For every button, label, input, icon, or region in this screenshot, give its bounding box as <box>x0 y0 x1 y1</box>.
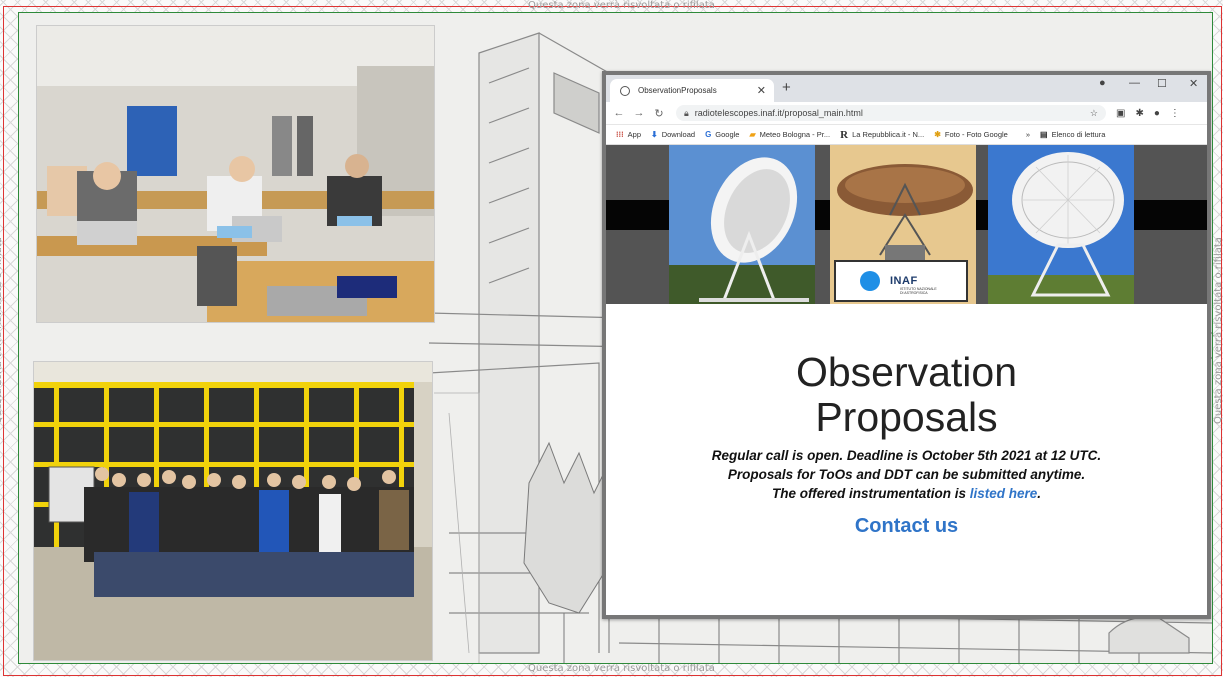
bookmark-item[interactable]: G Google <box>705 130 739 139</box>
page-title: Observation Proposals <box>795 349 1018 440</box>
bookmarks-bar: ⁝⁝⁝ App ⬇ Download G Google ▰ Meteo Bologna … <box>606 125 1207 145</box>
menu-dots-icon[interactable]: ⋮ <box>1170 108 1180 119</box>
listed-here-link[interactable]: listed here <box>970 486 1038 501</box>
instrumentation-text: The offered instrumentation is listed he… <box>771 486 1042 501</box>
star-icon[interactable]: ☆ <box>1090 108 1098 119</box>
reload-icon[interactable]: ↻ <box>652 107 666 120</box>
photo-telescope-srt <box>988 145 1134 304</box>
forward-icon[interactable]: → <box>632 107 646 119</box>
bookmarks-overflow[interactable]: » <box>1026 130 1030 139</box>
reading-list-icon: ▤ <box>1040 130 1048 139</box>
reading-list[interactable]: ▤ Elenco di lettura <box>1040 130 1105 139</box>
browser-tab[interactable]: ObservationProposals ✕ <box>610 79 774 102</box>
inaf-logo: INAF ISTITUTO NAZIONALE DI ASTROFISICA <box>834 260 968 302</box>
profile-avatar-icon[interactable]: ● <box>1154 108 1160 119</box>
bookmark-item[interactable]: ⬇ Download <box>651 130 695 139</box>
weather-icon: ▰ <box>749 130 756 139</box>
close-window-icon[interactable]: ✕ <box>1189 77 1198 90</box>
bleed-note-right: Questa zona verrà risvoltata o rifilata <box>1212 237 1223 424</box>
bleed-note-left: Questa zona verrà risvoltata o rifilata <box>0 237 4 424</box>
repubblica-icon: R <box>840 128 849 141</box>
browser-tab-bar: ObservationProposals ✕ + ● — ☐ ✕ <box>606 75 1207 102</box>
minimize-icon[interactable]: — <box>1129 77 1140 89</box>
bookmark-item[interactable]: ▰ Meteo Bologna - Pr... <box>749 130 830 139</box>
extension-icon[interactable]: ▣ <box>1116 108 1125 119</box>
lock-icon: 🔒︎ <box>684 107 689 118</box>
bookmark-item[interactable]: R La Repubblica.it - N... <box>840 129 924 141</box>
telescope-banner: INAF ISTITUTO NAZIONALE DI ASTROFISICA <box>606 145 1207 304</box>
puzzle-icon[interactable]: ✱ <box>1135 108 1143 119</box>
inaf-logo-subtitle: ISTITUTO NAZIONALE DI ASTROFISICA <box>900 287 937 295</box>
photo-group <box>33 361 433 661</box>
inaf-logo-text: INAF <box>890 275 918 287</box>
print-page: ObservationProposals ✕ + ● — ☐ ✕ ← → ↻ 🔒… <box>18 12 1213 664</box>
bleed-note-bottom: Questa zona verrà risvoltata o rifilata <box>528 663 715 674</box>
download-icon: ⬇ <box>651 130 658 139</box>
photos-icon: ✱ <box>934 130 941 139</box>
back-icon[interactable]: ← <box>612 107 626 119</box>
globe-icon <box>620 85 630 96</box>
maximize-icon[interactable]: ☐ <box>1157 77 1167 90</box>
bookmark-item[interactable]: ✱ Foto - Foto Google <box>934 130 1008 139</box>
inaf-logo-mark <box>860 271 880 291</box>
page-content: Observation Proposals Regular call is op… <box>606 350 1207 538</box>
new-tab-icon[interactable]: + <box>782 79 791 96</box>
url-field[interactable]: 🔒︎ radiotelescopes.inaf.it/proposal_main… <box>676 105 1106 121</box>
record-icon[interactable]: ● <box>1099 77 1106 89</box>
too-ddt-text: Proposals for ToOs and DDT can be submit… <box>727 467 1086 482</box>
address-bar: ← → ↻ 🔒︎ radiotelescopes.inaf.it/proposa… <box>606 102 1207 125</box>
call-status-text: Regular call is open. Deadline is Octobe… <box>711 448 1102 463</box>
photo-telescope-medicina <box>669 145 815 304</box>
url-text: radiotelescopes.inaf.it/proposal_main.ht… <box>694 108 863 118</box>
tab-title: ObservationProposals <box>638 86 717 95</box>
contact-us-link[interactable]: Contact us <box>606 515 1207 538</box>
bleed-note-top: Questa zona verrà risvoltata o rifilata <box>528 0 715 11</box>
close-tab-icon[interactable]: ✕ <box>757 84 766 97</box>
apps-grid-icon: ⁝⁝⁝ <box>616 130 624 139</box>
photo-classroom <box>36 25 435 323</box>
browser-screenshot: ObservationProposals ✕ + ● — ☐ ✕ ← → ↻ 🔒… <box>602 71 1211 619</box>
bookmark-item[interactable]: ⁝⁝⁝ App <box>616 130 641 139</box>
google-icon: G <box>705 130 712 139</box>
